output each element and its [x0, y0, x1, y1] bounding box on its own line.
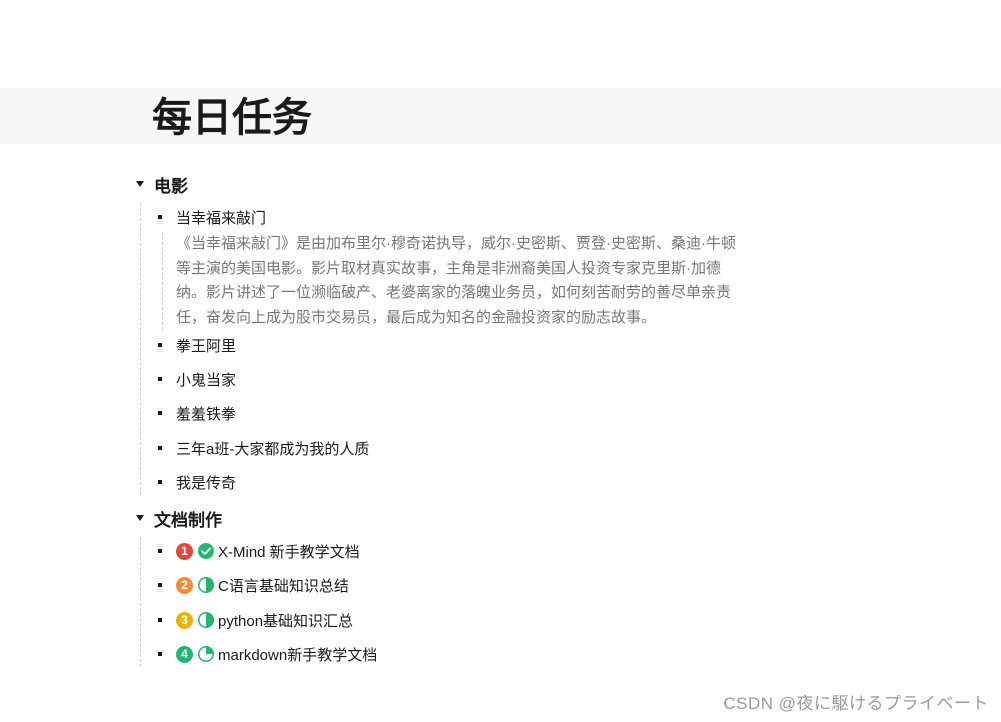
section-label: 电影	[154, 176, 188, 196]
list-item[interactable]: 三年a班-大家都成为我的人质	[158, 435, 369, 461]
item-label: 小鬼当家	[176, 371, 237, 389]
section-label: 文档制作	[154, 510, 222, 530]
half-circle-icon[interactable]	[197, 576, 215, 594]
half-circle-icon[interactable]	[197, 611, 215, 629]
square-bullet-icon	[158, 343, 162, 347]
item-note[interactable]: 《当幸福来敲门》是由加布里尔·穆奇诺执导，威尔·史密斯、贾登·史密斯、桑迪·牛顿…	[162, 232, 786, 330]
list-item[interactable]: 拳王阿里	[158, 332, 236, 358]
priority-1-icon[interactable]: 1	[176, 542, 193, 560]
square-bullet-icon	[158, 446, 162, 450]
item-label: 羞羞铁拳	[176, 405, 237, 423]
item-label: C语言基础知识总结	[218, 577, 349, 595]
item-label: 拳王阿里	[176, 337, 237, 355]
item-label: 三年a班-大家都成为我的人质	[176, 440, 370, 458]
section-docs-header[interactable]: 文档制作	[136, 503, 222, 533]
note-line: 纳。影片讲述了一位濒临破产、老婆离家的落魄业务员，如何刻苦耐劳的善尽单亲责	[176, 284, 732, 301]
list-item[interactable]: 1 X-Mind 新手教学文档	[158, 538, 360, 564]
item-label: 我是传奇	[176, 474, 237, 492]
item-label: X-Mind 新手教学文档	[218, 543, 360, 561]
pie-quarter-icon[interactable]	[197, 645, 215, 663]
section-movies-header[interactable]: 电影	[136, 169, 188, 199]
priority-3-icon[interactable]: 3	[176, 611, 193, 629]
watermark: CSDN @夜に駆けるプライベート	[723, 694, 989, 713]
item-label: python基础知识汇总	[218, 612, 354, 630]
list-item[interactable]: 小鬼当家	[158, 366, 236, 392]
section-movies-guide	[140, 203, 141, 495]
item-label: markdown新手教学文档	[218, 646, 378, 664]
page-title[interactable]: 每日任务	[152, 92, 312, 144]
square-bullet-icon	[158, 618, 162, 622]
list-item[interactable]: 2 C语言基础知识总结	[158, 572, 349, 598]
list-item[interactable]: 我是传奇	[158, 469, 236, 495]
section-docs-guide	[140, 537, 141, 667]
square-bullet-icon	[158, 549, 162, 553]
list-item[interactable]: 4 markdown新手教学文档	[158, 641, 377, 667]
item-label: 当幸福来敲门	[176, 209, 267, 227]
note-line: 等主演的美国电影。影片取材真实故事，主角是非洲裔美国人投资专家克里斯·加德	[176, 259, 721, 277]
title-band	[0, 88, 1001, 144]
square-bullet-icon	[158, 480, 162, 484]
list-item[interactable]: 羞羞铁拳	[158, 400, 236, 426]
caret-down-icon[interactable]	[136, 515, 144, 521]
square-bullet-icon	[158, 377, 162, 381]
priority-4-icon[interactable]: 4	[176, 645, 193, 663]
square-bullet-icon	[158, 215, 162, 219]
square-bullet-icon	[158, 411, 162, 415]
check-circle-icon[interactable]	[197, 542, 215, 560]
priority-2-icon[interactable]: 2	[176, 576, 193, 594]
square-bullet-icon	[158, 652, 162, 656]
list-item[interactable]: 3 python基础知识汇总	[158, 607, 353, 633]
caret-down-icon[interactable]	[136, 181, 144, 187]
note-line: 《当幸福来敲门》是由加布里尔·穆奇诺执导，威尔·史密斯、贾登·史密斯、桑迪·牛顿	[176, 235, 736, 252]
list-item[interactable]: 当幸福来敲门	[158, 204, 266, 230]
note-line: 任，奋发向上成为股市交易员，最后成为知名的金融投资家的励志故事。	[176, 308, 657, 326]
page: 每日任务 电影 当幸福来敲门 《当幸福来敲门》是由加布里尔·穆奇诺执导，威尔·史…	[0, 0, 1001, 722]
square-bullet-icon	[158, 583, 162, 587]
